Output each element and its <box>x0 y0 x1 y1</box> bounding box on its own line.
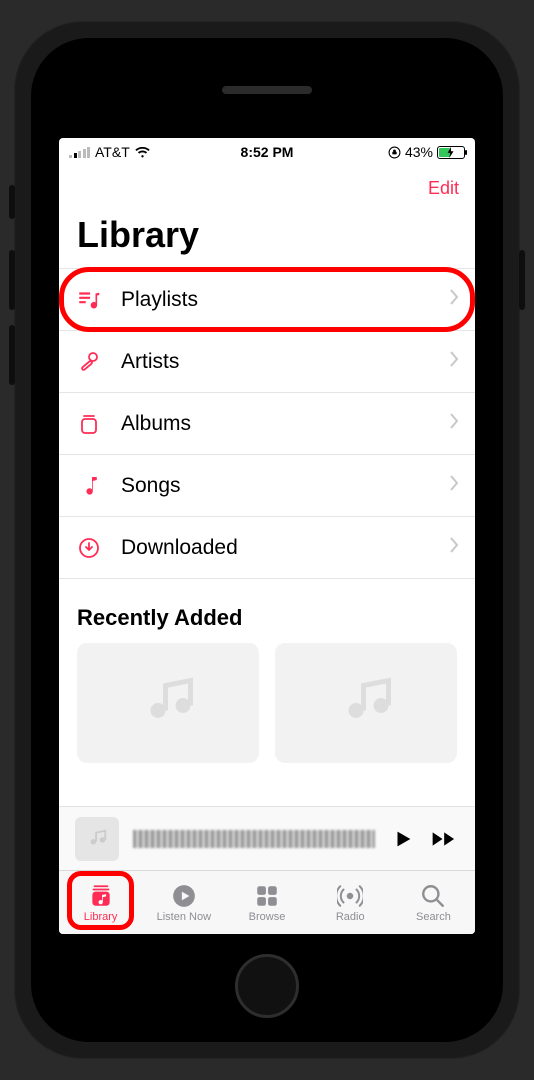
home-button[interactable] <box>235 954 299 1018</box>
carrier-label: AT&T <box>95 144 130 160</box>
radio-icon <box>337 883 363 909</box>
album-icon <box>75 410 103 438</box>
now-playing-title-redacted <box>133 830 375 848</box>
play-circle-icon <box>171 883 197 909</box>
volume-down-button <box>9 325 15 385</box>
now-playing-artwork <box>75 817 119 861</box>
note-icon <box>138 673 198 733</box>
note-icon <box>86 828 108 850</box>
now-playing-bar[interactable] <box>59 806 475 870</box>
album-placeholder[interactable] <box>275 643 457 763</box>
note-icon <box>75 472 103 500</box>
nav-bar: Edit <box>59 166 475 210</box>
list-label: Artists <box>121 350 449 374</box>
grid-icon <box>254 883 280 909</box>
chevron-right-icon <box>449 413 459 434</box>
mute-switch <box>9 185 15 219</box>
list-item-albums[interactable]: Albums <box>59 393 475 455</box>
library-list: Playlists Artists <box>59 268 475 579</box>
play-button[interactable] <box>389 825 417 853</box>
tab-radio[interactable]: Radio <box>309 871 392 934</box>
signal-icon <box>69 147 90 158</box>
edit-button[interactable]: Edit <box>428 178 459 199</box>
library-icon <box>88 883 114 909</box>
list-label: Albums <box>121 412 449 436</box>
list-item-songs[interactable]: Songs <box>59 455 475 517</box>
forward-button[interactable] <box>431 825 459 853</box>
chevron-right-icon <box>449 351 459 372</box>
list-label: Downloaded <box>121 536 449 560</box>
list-item-downloaded[interactable]: Downloaded <box>59 517 475 579</box>
chevron-right-icon <box>449 289 459 310</box>
tab-label: Browse <box>249 911 286 923</box>
power-button <box>519 250 525 310</box>
status-bar: AT&T 8:52 PM 43% <box>59 138 475 166</box>
phone-frame: AT&T 8:52 PM 43% <box>13 20 521 1060</box>
wifi-icon <box>135 147 150 158</box>
speaker-grille <box>222 86 312 94</box>
tab-label: Listen Now <box>157 911 211 923</box>
tab-label: Search <box>416 911 451 923</box>
tab-search[interactable]: Search <box>392 871 475 934</box>
battery-pct-label: 43% <box>405 144 433 160</box>
orientation-lock-icon <box>388 146 401 159</box>
search-icon <box>420 883 446 909</box>
download-icon <box>75 534 103 562</box>
album-placeholder[interactable] <box>77 643 259 763</box>
playlist-icon <box>75 286 103 314</box>
list-label: Songs <box>121 474 449 498</box>
tab-label: Radio <box>336 911 365 923</box>
battery-icon <box>437 146 465 159</box>
microphone-icon <box>75 348 103 376</box>
list-label: Playlists <box>121 288 449 312</box>
tab-library[interactable]: Library <box>59 871 142 934</box>
tab-label: Library <box>84 911 118 923</box>
recently-added-row <box>59 643 475 763</box>
tab-browse[interactable]: Browse <box>225 871 308 934</box>
tab-bar: Library Listen Now Browse Radio S <box>59 870 475 934</box>
tab-listen-now[interactable]: Listen Now <box>142 871 225 934</box>
note-icon <box>336 673 396 733</box>
recently-added-title: Recently Added <box>59 579 475 643</box>
time-label: 8:52 PM <box>201 144 333 160</box>
chevron-right-icon <box>449 475 459 496</box>
list-item-playlists[interactable]: Playlists <box>59 269 475 331</box>
chevron-right-icon <box>449 537 459 558</box>
volume-up-button <box>9 250 15 310</box>
screen: AT&T 8:52 PM 43% <box>59 138 475 934</box>
page-title: Library <box>59 210 475 268</box>
list-item-artists[interactable]: Artists <box>59 331 475 393</box>
